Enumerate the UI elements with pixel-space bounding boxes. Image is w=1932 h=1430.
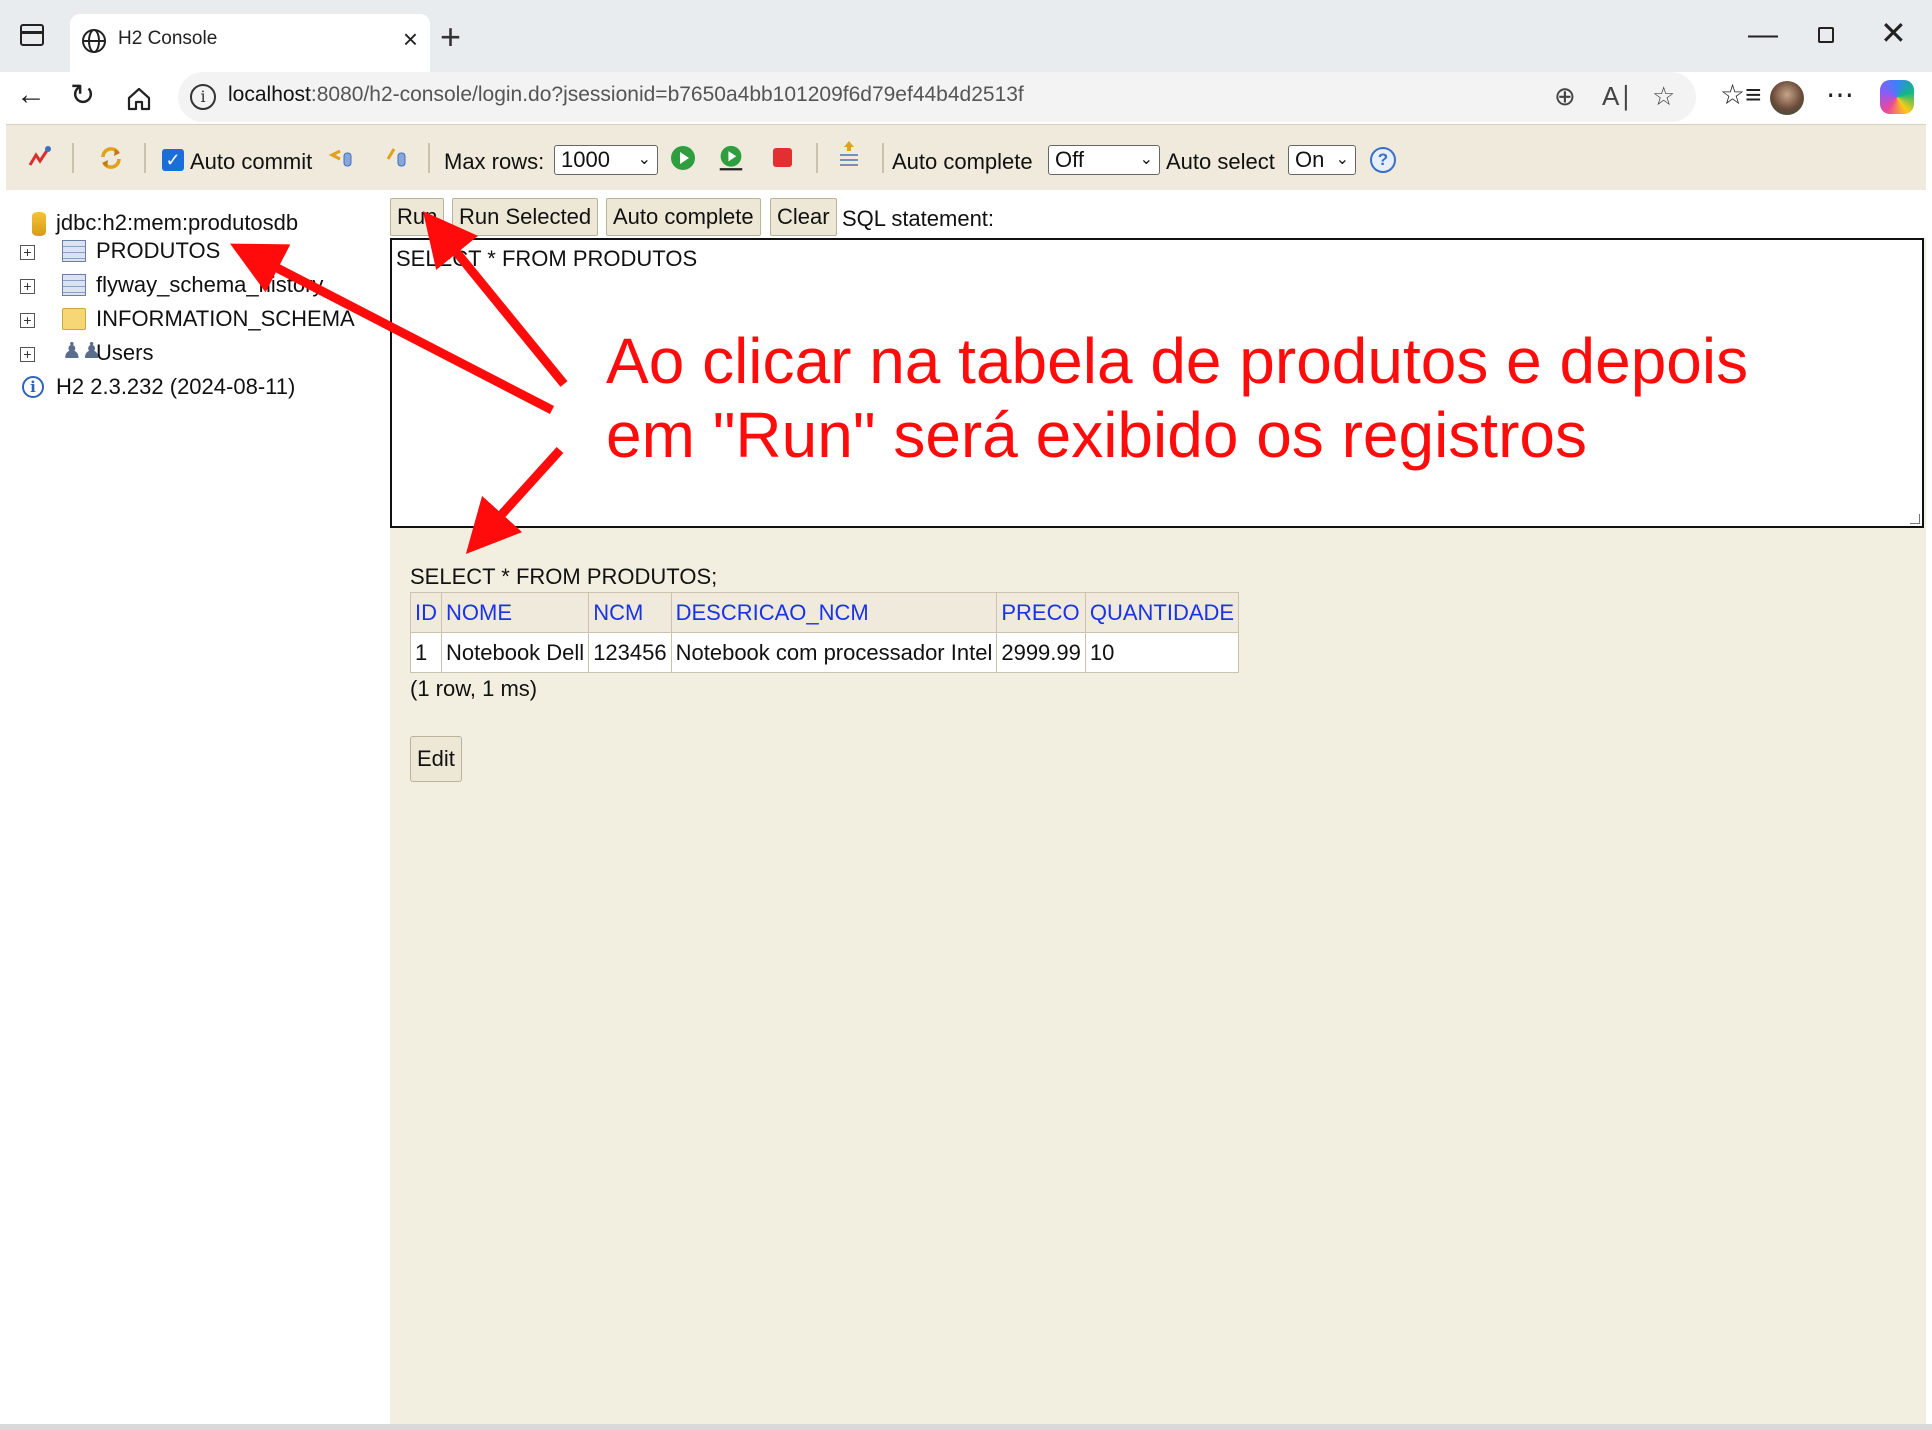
minimize-button[interactable]: — <box>1748 18 1778 52</box>
refresh-icon[interactable]: ↻ <box>70 78 95 113</box>
max-rows-label: Max rows: <box>444 149 545 174</box>
url-text: localhost:8080/h2-console/login.do?jsess… <box>228 83 1024 106</box>
table-cell: 10 <box>1084 632 1240 673</box>
window-bottom-edge <box>0 1424 1932 1430</box>
schema-tree: jdbc:h2:mem:produtosdb + PRODUTOS + flyw… <box>6 190 390 1424</box>
maximize-button[interactable] <box>1818 27 1834 43</box>
commit-icon[interactable] <box>384 145 410 171</box>
tree-item-label: PRODUTOS <box>96 238 221 263</box>
profile-avatar[interactable] <box>1770 81 1804 115</box>
more-menu-icon[interactable]: ⋯ <box>1826 78 1854 111</box>
read-aloud-icon[interactable]: A∣ <box>1602 81 1632 112</box>
table-cell: 1 <box>410 632 442 673</box>
navigation-bar: ← ↻ i localhost:8080/h2-console/login.do… <box>0 72 1932 124</box>
database-icon <box>32 212 46 236</box>
auto-complete-button[interactable]: Auto complete <box>606 198 761 236</box>
tab-title: H2 Console <box>118 28 218 49</box>
auto-commit-label: Auto commit <box>190 149 313 174</box>
column-header[interactable]: QUANTIDADE <box>1084 592 1240 633</box>
sql-statement-label: SQL statement: <box>842 206 995 231</box>
folder-icon <box>62 308 86 330</box>
favorites-icon[interactable]: ☆≡ <box>1720 78 1761 111</box>
table-icon <box>62 240 86 262</box>
users-icon: ♟♟ <box>62 338 102 363</box>
command-bar: Run Run Selected Auto complete Clear SQL… <box>390 190 1926 238</box>
stop-icon[interactable] <box>770 145 796 171</box>
tab-h2-console[interactable]: H2 Console × <box>70 14 430 72</box>
version-label: H2 2.3.232 (2024-08-11) <box>56 374 296 399</box>
table-row: 1 Notebook Dell 123456 Notebook com proc… <box>410 632 1240 673</box>
toolbar-divider <box>882 143 884 173</box>
tree-item-label: INFORMATION_SCHEMA <box>96 306 355 331</box>
expand-icon[interactable]: + <box>20 313 35 328</box>
chevron-down-icon: ⌄ <box>637 151 651 168</box>
auto-commit-checkbox[interactable]: ✓ <box>162 149 184 171</box>
run-selected-button[interactable]: Run Selected <box>452 198 599 236</box>
auto-complete-select[interactable]: Off ⌄ <box>1048 145 1160 175</box>
sql-text: SELECT * FROM PRODUTOS <box>396 246 698 271</box>
tree-item-label: flyway_schema_history <box>96 272 324 297</box>
page-content: ✓ Auto commit Max rows: 1000 ⌄ Auto comp… <box>6 124 1926 1424</box>
result-meta: (1 row, 1 ms) <box>410 676 538 701</box>
new-tab-button[interactable]: + <box>440 16 461 58</box>
annotation-text: Ao clicar na tabela de produtos e depois… <box>606 324 1748 472</box>
rollback-icon[interactable] <box>328 145 354 171</box>
tab-close-icon[interactable]: × <box>403 24 418 55</box>
info-icon: i <box>22 376 44 398</box>
back-icon[interactable]: ← <box>16 78 46 112</box>
annotation-line-1: Ao clicar na tabela de produtos e depois <box>606 325 1749 397</box>
home-icon[interactable] <box>126 86 152 112</box>
edit-button[interactable]: Edit <box>410 736 462 782</box>
run-icon[interactable] <box>670 145 696 171</box>
disconnect-icon[interactable] <box>26 145 52 171</box>
table-icon <box>62 274 86 296</box>
result-table: ID NOME NCM DESCRICAO_NCM PRECO QUANTIDA… <box>410 592 1240 673</box>
browser-window: H2 Console × + — ✕ ← ↻ i localhost:8080/… <box>0 0 1932 1430</box>
globe-icon <box>82 29 106 53</box>
table-cell: 123456 <box>588 632 672 673</box>
tab-actions-icon[interactable] <box>20 24 44 46</box>
zoom-icon[interactable]: ⊕ <box>1554 81 1576 112</box>
h2-toolbar: ✓ Auto commit Max rows: 1000 ⌄ Auto comp… <box>6 124 1926 190</box>
column-header[interactable]: ID <box>410 592 442 633</box>
toolbar-divider <box>144 143 146 173</box>
site-info-icon[interactable]: i <box>190 84 216 110</box>
clear-button[interactable]: Clear <box>770 198 837 236</box>
column-header[interactable]: PRECO <box>996 592 1086 633</box>
column-header[interactable]: NCM <box>588 592 672 633</box>
result-query: SELECT * FROM PRODUTOS; <box>410 564 718 589</box>
run-button[interactable]: Run <box>390 198 445 236</box>
tab-strip: H2 Console × + — ✕ <box>0 0 1932 72</box>
toolbar-divider <box>816 143 818 173</box>
table-cell: Notebook com processador Intel <box>670 632 998 673</box>
copilot-icon[interactable] <box>1880 80 1914 114</box>
auto-select-label: Auto select <box>1166 149 1275 174</box>
table-cell: Notebook Dell <box>440 632 590 673</box>
run-selected-icon[interactable] <box>718 145 744 171</box>
resize-grip-icon[interactable] <box>1910 514 1920 524</box>
tree-item-label: Users <box>96 340 154 365</box>
history-icon[interactable] <box>836 139 862 171</box>
auto-select-select[interactable]: On ⌄ <box>1288 145 1356 175</box>
max-rows-select[interactable]: 1000 ⌄ <box>554 145 658 175</box>
table-cell: 2999.99 <box>996 632 1086 673</box>
table-header-row: ID NOME NCM DESCRICAO_NCM PRECO QUANTIDA… <box>410 592 1240 633</box>
toolbar-divider <box>72 143 74 173</box>
annotation-line-2: em "Run" será exibido os registros <box>606 399 1587 471</box>
expand-icon[interactable]: + <box>20 347 35 362</box>
chevron-down-icon: ⌄ <box>1335 151 1349 168</box>
column-header[interactable]: DESCRICAO_NCM <box>670 592 998 633</box>
address-bar[interactable]: i localhost:8080/h2-console/login.do?jse… <box>178 72 1696 122</box>
window-close-button[interactable]: ✕ <box>1880 14 1907 52</box>
favorite-star-icon[interactable]: ☆ <box>1652 81 1675 112</box>
expand-icon[interactable]: + <box>20 279 35 294</box>
column-header[interactable]: NOME <box>440 592 590 633</box>
toolbar-divider <box>428 143 430 173</box>
tree-connection-label: jdbc:h2:mem:produtosdb <box>56 210 299 235</box>
refresh-tables-icon[interactable] <box>98 145 124 171</box>
expand-icon[interactable]: + <box>20 245 35 260</box>
auto-complete-label: Auto complete <box>892 149 1033 174</box>
chevron-down-icon: ⌄ <box>1139 151 1153 168</box>
help-icon[interactable]: ? <box>1370 147 1396 173</box>
